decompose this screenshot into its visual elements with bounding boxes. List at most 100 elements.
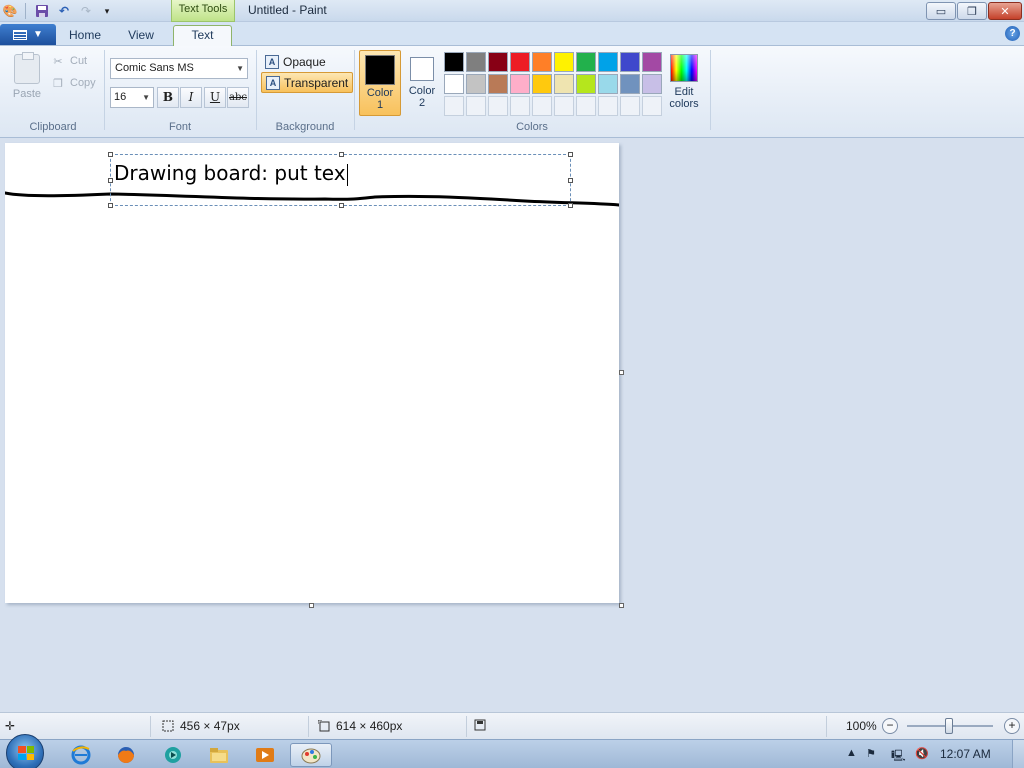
ribbon-tab-row: ▼ Home View Text ? — [0, 22, 1024, 46]
group-separator — [256, 50, 257, 130]
palette-swatch[interactable] — [576, 52, 596, 72]
text-box-handle[interactable] — [568, 178, 573, 183]
palette-swatch[interactable] — [510, 52, 530, 72]
palette-empty-slot[interactable] — [642, 96, 662, 116]
underline-button[interactable]: U — [204, 87, 226, 108]
text-box-handle[interactable] — [339, 152, 344, 157]
undo-icon[interactable]: ↶ — [56, 3, 72, 19]
minimize-button[interactable]: ▭ — [926, 2, 956, 20]
palette-swatch[interactable] — [620, 52, 640, 72]
cut-label: Cut — [70, 55, 88, 67]
file-explorer-icon[interactable] — [200, 743, 238, 767]
palette-swatch[interactable] — [576, 74, 596, 94]
palette-swatch[interactable] — [488, 52, 508, 72]
color1-button[interactable]: Color 1 — [359, 50, 401, 116]
palette-swatch[interactable] — [554, 74, 574, 94]
canvas-resize-handle-right[interactable] — [619, 370, 624, 375]
canvas-resize-handle-bottom[interactable] — [309, 603, 314, 608]
save-icon[interactable] — [34, 3, 50, 19]
media-center-icon[interactable] — [246, 743, 284, 767]
paint-app-icon[interactable]: 🎨 — [2, 3, 18, 19]
show-desktop-button[interactable] — [1012, 740, 1024, 768]
paint-menu-button[interactable]: ▼ — [0, 24, 56, 45]
text-box-handle[interactable] — [339, 203, 344, 208]
canvas-resize-handle-corner[interactable] — [619, 603, 624, 608]
palette-empty-slot[interactable] — [576, 96, 596, 116]
palette-swatch[interactable] — [532, 52, 552, 72]
font-size-dropdown[interactable]: 16 ▼ — [110, 87, 154, 108]
tab-text[interactable]: Text — [173, 25, 232, 46]
text-box-handle[interactable] — [568, 152, 573, 157]
palette-swatch[interactable] — [598, 74, 618, 94]
palette-empty-slot[interactable] — [444, 96, 464, 116]
qat-separator — [25, 3, 26, 19]
media-player-icon[interactable] — [154, 743, 192, 767]
start-button[interactable] — [6, 734, 44, 768]
freehand-stroke — [5, 191, 619, 207]
color1-label-bottom: 1 — [376, 99, 384, 111]
zoom-in-button[interactable]: + — [1004, 718, 1020, 734]
text-box-handle[interactable] — [108, 203, 113, 208]
palette-swatch[interactable] — [532, 74, 552, 94]
text-box-handle[interactable] — [568, 203, 573, 208]
palette-swatch[interactable] — [642, 52, 662, 72]
palette-swatch[interactable] — [466, 52, 486, 72]
transparent-button[interactable]: A Transparent — [261, 72, 354, 93]
paste-button[interactable]: Paste — [8, 52, 46, 108]
edit-colors-label-bottom: colors — [669, 98, 699, 110]
palette-swatch[interactable] — [444, 52, 464, 72]
palette-swatch[interactable] — [642, 74, 662, 94]
palette-empty-slot[interactable] — [598, 96, 618, 116]
group-separator — [104, 50, 105, 130]
text-tools-context-label: Text Tools — [171, 0, 235, 22]
bold-button[interactable]: B — [157, 87, 179, 108]
palette-empty-slot[interactable] — [488, 96, 508, 116]
palette-empty-slot[interactable] — [466, 96, 486, 116]
text-box-handle[interactable] — [108, 178, 113, 183]
colors-group-label: Colors — [516, 121, 548, 133]
palette-swatch[interactable] — [466, 74, 486, 94]
color2-button[interactable]: Color 2 — [404, 50, 440, 116]
palette-empty-slot[interactable] — [510, 96, 530, 116]
cut-button[interactable]: ✂ Cut — [52, 52, 87, 70]
palette-swatch[interactable] — [444, 74, 464, 94]
help-icon[interactable]: ? — [1005, 26, 1020, 41]
paste-icon — [14, 52, 40, 84]
strikethrough-button[interactable]: abc — [227, 87, 249, 108]
show-hidden-icons-icon[interactable]: ▲ — [846, 747, 857, 759]
palette-empty-slot[interactable] — [620, 96, 640, 116]
maximize-button[interactable]: ❐ — [957, 2, 987, 20]
drawing-canvas[interactable]: Drawing board: put tex — [5, 143, 619, 603]
firefox-icon[interactable] — [107, 743, 145, 767]
italic-button[interactable]: I — [180, 87, 202, 108]
redo-icon[interactable]: ↷ — [78, 3, 94, 19]
text-caret — [346, 163, 348, 186]
volume-muted-icon[interactable]: 🔇 — [915, 747, 929, 760]
tab-view[interactable]: View — [116, 26, 166, 46]
palette-swatch[interactable] — [598, 52, 618, 72]
palette-empty-slot[interactable] — [554, 96, 574, 116]
internet-explorer-icon[interactable] — [62, 743, 100, 767]
edit-colors-label-top: Edit — [674, 86, 694, 98]
opaque-button[interactable]: A Opaque — [261, 51, 330, 72]
text-box[interactable]: Drawing board: put tex — [108, 152, 573, 208]
system-clock[interactable]: 12:07 AM — [940, 747, 991, 761]
paint-taskbar-button[interactable] — [290, 743, 332, 767]
palette-swatch[interactable] — [488, 74, 508, 94]
zoom-slider-thumb[interactable] — [945, 718, 953, 734]
close-button[interactable]: ✕ — [988, 2, 1022, 20]
zoom-out-button[interactable]: − — [882, 718, 898, 734]
palette-swatch[interactable] — [510, 74, 530, 94]
palette-swatch[interactable] — [554, 52, 574, 72]
palette-swatch[interactable] — [620, 74, 640, 94]
text-box-handle[interactable] — [108, 152, 113, 157]
copy-button[interactable]: ❐ Copy — [52, 74, 96, 92]
tab-home[interactable]: Home — [60, 26, 110, 46]
chevron-down-icon: ▼ — [236, 64, 244, 73]
network-icon[interactable]: 🖳 — [891, 747, 906, 766]
customize-qat-icon[interactable]: ▾ — [99, 3, 115, 19]
font-family-dropdown[interactable]: Comic Sans MS ▼ — [110, 58, 248, 79]
action-center-flag-icon[interactable]: ⚑ — [866, 747, 876, 760]
edit-colors-button[interactable]: Edit colors — [665, 52, 703, 118]
palette-empty-slot[interactable] — [532, 96, 552, 116]
